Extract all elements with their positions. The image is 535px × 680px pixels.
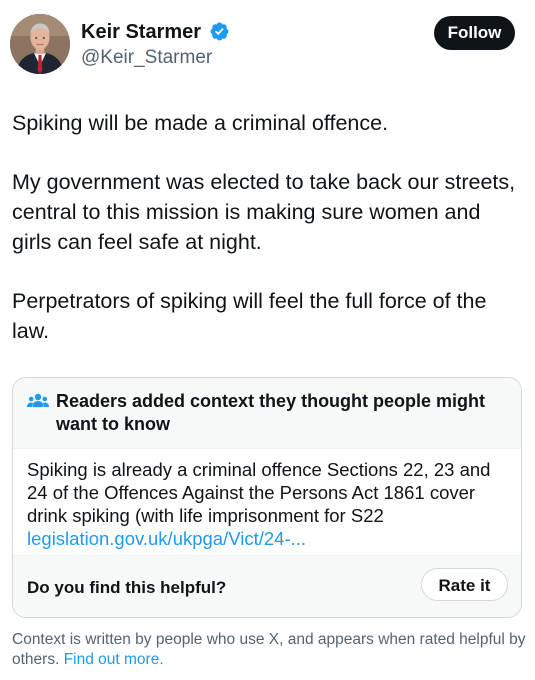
tweet-paragraph: Perpetrators of spiking will feel the fu… bbox=[12, 289, 487, 343]
tweet-text: Spiking will be made a criminal offence.… bbox=[12, 108, 522, 346]
follow-button[interactable]: Follow bbox=[434, 16, 515, 50]
tweet-header: Keir Starmer @Keir_Starmer Follow bbox=[10, 14, 515, 76]
display-name[interactable]: Keir Starmer bbox=[81, 20, 201, 44]
people-icon bbox=[27, 392, 49, 412]
user-handle[interactable]: @Keir_Starmer bbox=[81, 46, 230, 70]
community-notes-disclaimer: Context is written by people who use X, … bbox=[12, 630, 527, 670]
tweet-paragraph: Spiking will be made a criminal offence. bbox=[12, 111, 389, 135]
community-note-text: Spiking is already a criminal offence Se… bbox=[27, 458, 507, 550]
community-note-title: Readers added context they thought peopl… bbox=[56, 391, 486, 434]
community-note-source-link[interactable]: legislation.gov.uk/ukpga/Vict/24-... bbox=[27, 528, 306, 549]
verified-badge-icon bbox=[209, 21, 230, 42]
community-note-footer: Do you find this helpful? Rate it bbox=[13, 555, 521, 617]
rate-it-button[interactable]: Rate it bbox=[421, 568, 508, 601]
helpful-question: Do you find this helpful? bbox=[27, 578, 227, 597]
community-note-header: Readers added context they thought peopl… bbox=[13, 378, 521, 449]
author-info: Keir Starmer @Keir_Starmer bbox=[81, 20, 230, 70]
find-out-more-link[interactable]: Find out more. bbox=[64, 651, 164, 668]
community-note-body: Spiking is already a criminal offence Se… bbox=[27, 459, 491, 526]
profile-photo bbox=[10, 14, 70, 74]
tweet-paragraph: My government was elected to take back o… bbox=[12, 170, 516, 254]
avatar[interactable] bbox=[10, 14, 70, 74]
community-note-card: Readers added context they thought peopl… bbox=[12, 377, 522, 618]
